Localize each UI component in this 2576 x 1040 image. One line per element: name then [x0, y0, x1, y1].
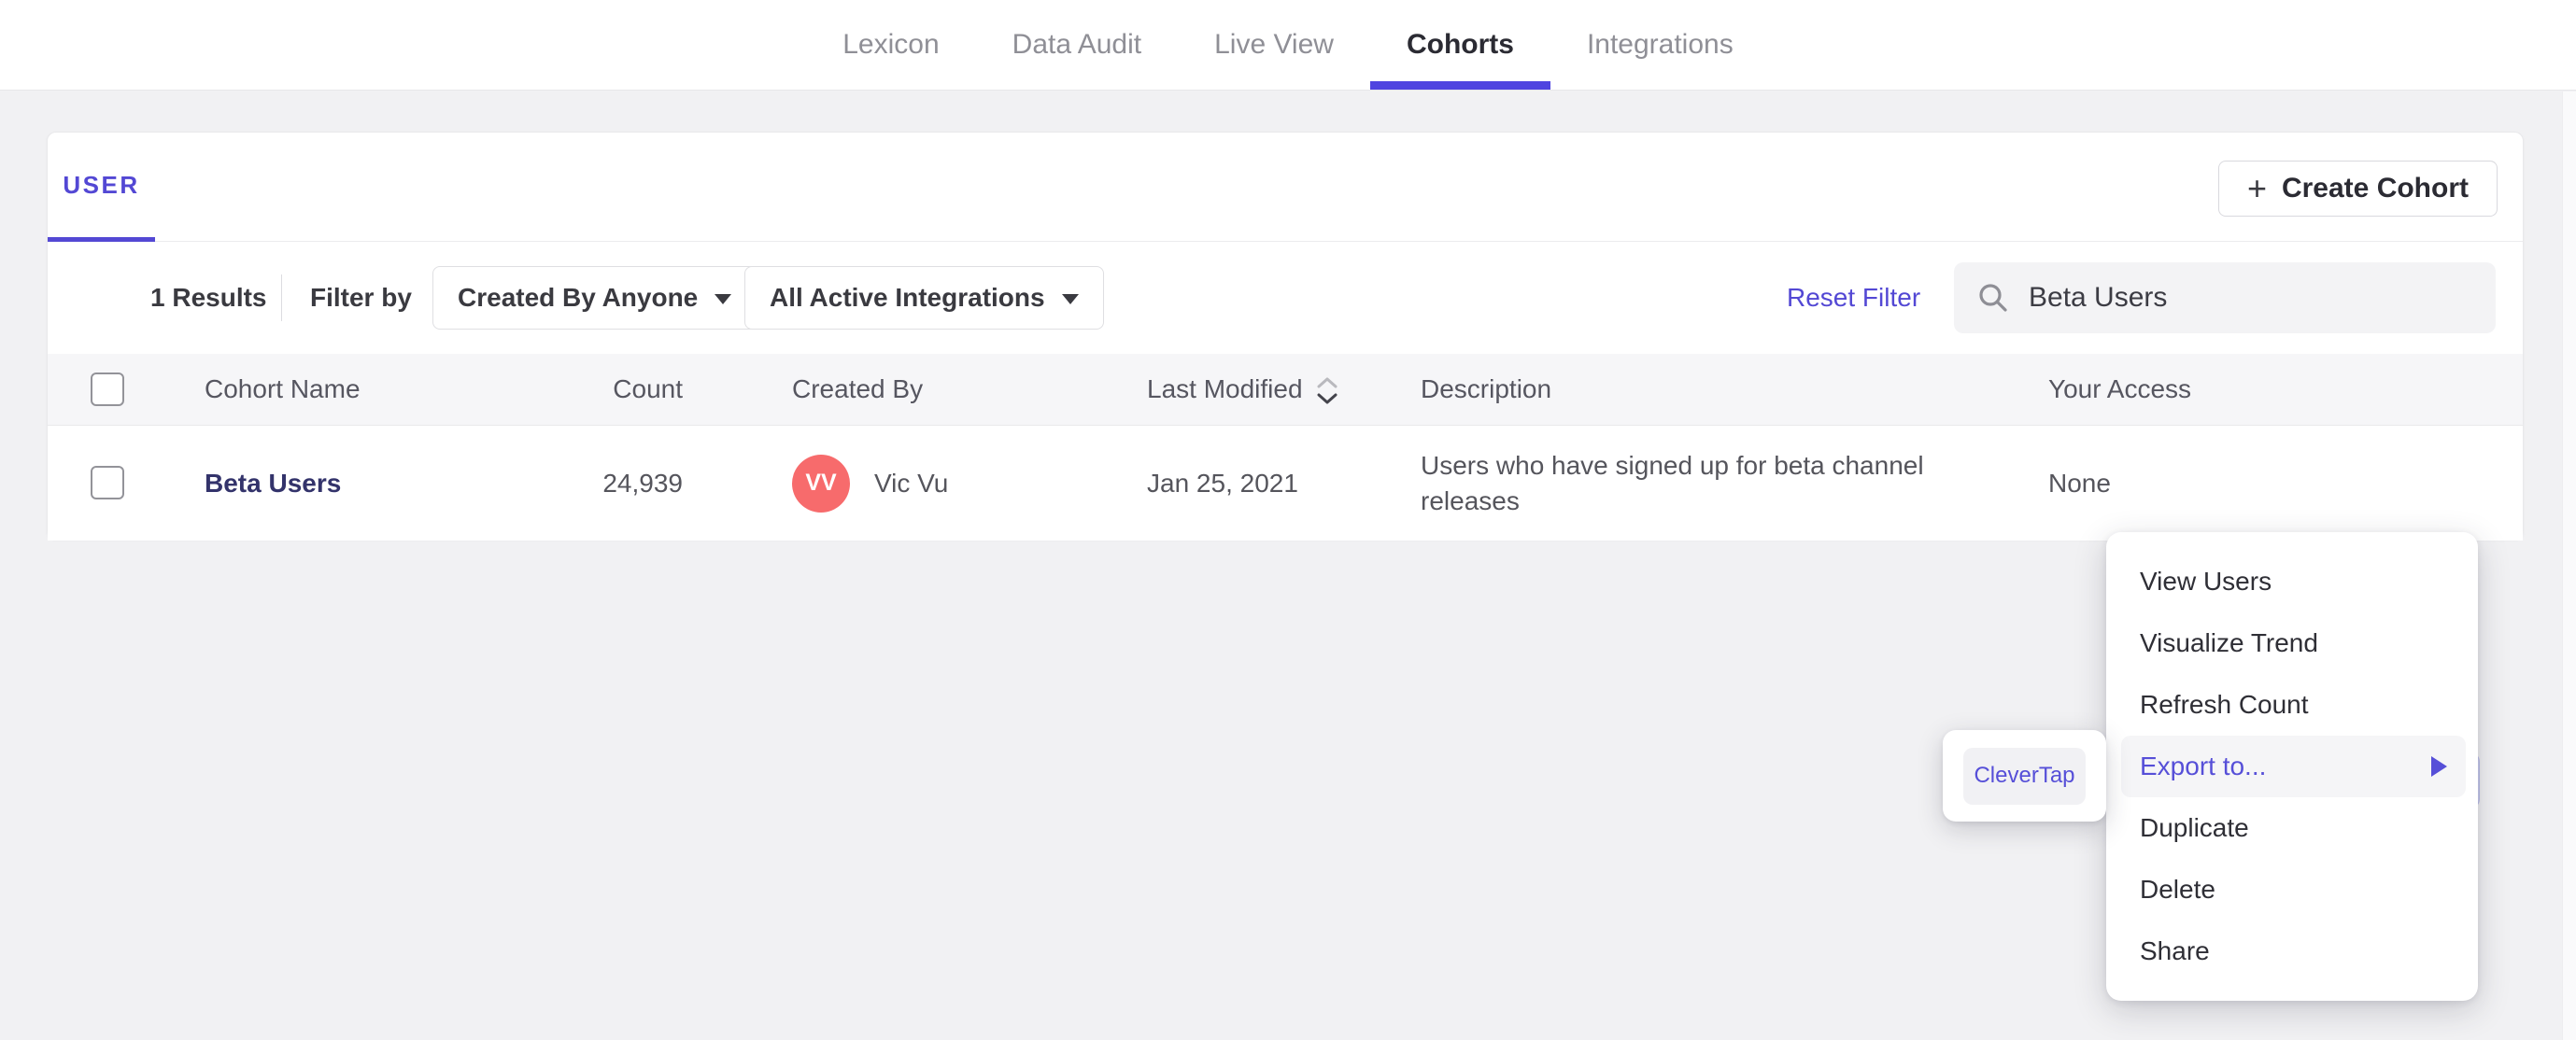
- tab-user[interactable]: USER: [48, 133, 155, 242]
- column-last-modified-label: Last Modified: [1147, 374, 1303, 403]
- caret-down-icon: [1061, 294, 1079, 304]
- tab-data-audit[interactable]: Data Audit: [976, 0, 1178, 90]
- column-created-by: Created By: [792, 374, 924, 403]
- create-cohort-label: Create Cohort: [2281, 173, 2469, 204]
- select-all-checkbox[interactable]: [91, 372, 124, 406]
- reset-filter-link[interactable]: Reset Filter: [1787, 242, 1920, 354]
- column-your-access: Your Access: [2048, 374, 2192, 403]
- cohorts-card: USER + Create Cohort 1 Results Filter by…: [47, 132, 2524, 808]
- access-cell: None: [2048, 468, 2111, 498]
- creator-name: Vic Vu: [874, 468, 949, 498]
- scrollbar-track[interactable]: [2562, 91, 2576, 1040]
- column-count: Count: [613, 374, 683, 403]
- avatar: VV: [792, 454, 850, 513]
- menu-item-visualize-trend[interactable]: Visualize Trend: [2106, 612, 2478, 674]
- menu-item-export-to-label: Export to...: [2140, 752, 2267, 780]
- tab-lexicon[interactable]: Lexicon: [806, 0, 975, 90]
- table-row: Beta Users 24,939 VV Vic Vu Jan 25, 2021…: [48, 426, 2523, 808]
- menu-item-refresh-count[interactable]: Refresh Count: [2106, 674, 2478, 736]
- created-by-cell: VV Vic Vu: [792, 426, 948, 541]
- tab-integrations[interactable]: Integrations: [1550, 0, 1770, 90]
- created-by-dropdown-value: Created By Anyone: [458, 283, 699, 312]
- table-header: Cohort Name Count Created By Last Modifi…: [48, 354, 2523, 426]
- tab-live-view[interactable]: Live View: [1178, 0, 1370, 90]
- cohort-type-tabs: USER + Create Cohort: [48, 133, 2523, 242]
- caret-down-icon: [715, 294, 732, 304]
- row-checkbox[interactable]: [91, 466, 124, 499]
- last-modified-cell: Jan 25, 2021: [1147, 468, 1298, 498]
- export-submenu: CleverTap: [1943, 730, 2106, 822]
- tab-cohorts[interactable]: Cohorts: [1369, 0, 1550, 90]
- integrations-dropdown-value: All Active Integrations: [770, 283, 1045, 312]
- create-cohort-button[interactable]: + Create Cohort: [2217, 161, 2498, 217]
- description-cell: Users who have signed up for beta channe…: [1421, 450, 1924, 515]
- divider: [281, 274, 282, 321]
- plus-icon: +: [2246, 169, 2267, 207]
- created-by-dropdown[interactable]: Created By Anyone: [432, 266, 757, 330]
- results-count: 1 Results: [150, 283, 267, 312]
- menu-item-delete[interactable]: Delete: [2106, 859, 2478, 921]
- search-icon: [1979, 284, 2007, 312]
- column-cohort-name: Cohort Name: [205, 374, 361, 403]
- context-menu: View Users Visualize Trend Refresh Count…: [2106, 532, 2478, 1001]
- menu-item-view-users[interactable]: View Users: [2106, 551, 2478, 612]
- submenu-arrow-icon: [2431, 756, 2447, 777]
- integrations-dropdown[interactable]: All Active Integrations: [744, 266, 1104, 330]
- menu-item-share[interactable]: Share: [2106, 921, 2478, 982]
- search-input[interactable]: [2029, 282, 2440, 314]
- filter-by-label: Filter by: [310, 283, 412, 312]
- submenu-item-clevertap[interactable]: CleverTap: [1963, 747, 2086, 805]
- column-last-modified[interactable]: Last Modified: [1147, 354, 1338, 425]
- filter-bar: 1 Results Filter by Created By Anyone Al…: [48, 242, 2523, 354]
- sort-icon: [1316, 377, 1338, 404]
- cohort-name-link[interactable]: Beta Users: [205, 469, 341, 499]
- menu-item-duplicate[interactable]: Duplicate: [2106, 797, 2478, 859]
- cohort-count: 24,939: [602, 468, 683, 498]
- top-navigation: Lexicon Data Audit Live View Cohorts Int…: [0, 0, 2576, 91]
- menu-item-export-to[interactable]: Export to...: [2121, 736, 2466, 797]
- search-box[interactable]: [1954, 262, 2496, 333]
- column-description: Description: [1421, 374, 1552, 403]
